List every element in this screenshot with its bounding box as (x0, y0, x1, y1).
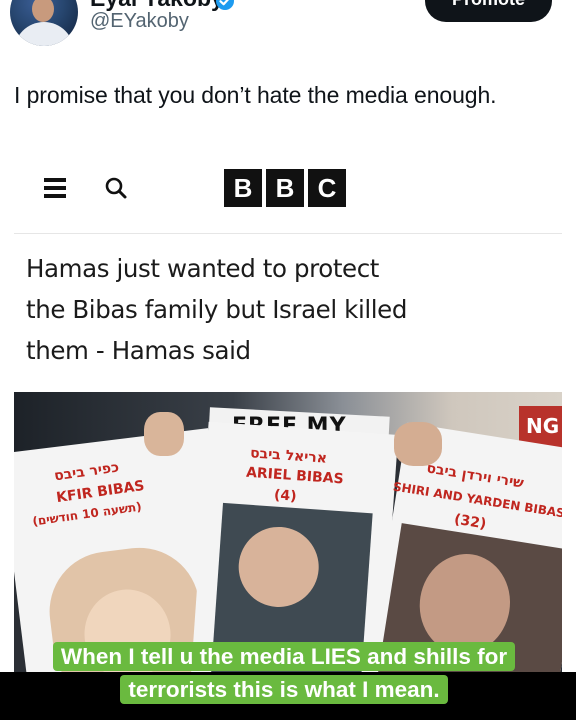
verified-badge-icon (216, 0, 234, 10)
promote-button[interactable]: Promote (425, 0, 552, 22)
logo-letter: C (308, 169, 346, 207)
menu-icon (44, 178, 66, 198)
search-icon (104, 176, 128, 200)
post-text: I promise that you don’t hate the media … (14, 82, 497, 108)
user-handle[interactable]: @EYakoby (90, 10, 189, 33)
bbc-logo: B B C (224, 169, 346, 207)
logo-letter: B (224, 169, 262, 207)
avatar-face (32, 0, 54, 22)
avatar-shirt (14, 22, 74, 46)
avatar[interactable] (10, 0, 78, 46)
bbc-header: B B C (0, 150, 576, 230)
corner-sign-text: NG (526, 414, 560, 438)
logo-letter: B (266, 169, 304, 207)
video-caption: When I tell u the media LIES and shills … (52, 640, 516, 706)
poster-note: (4) (273, 487, 298, 505)
article-headline: Hamas just wanted to protect the Bibas f… (26, 248, 546, 371)
divider (14, 233, 562, 234)
headline-line: them - Hamas said (26, 336, 251, 365)
caption-text: When I tell u the media LIES and shills … (52, 642, 516, 704)
hand (394, 422, 442, 466)
headline-line: the Bibas family but Israel killed (26, 295, 407, 324)
hand (144, 412, 184, 456)
headline-line: Hamas just wanted to protect (26, 254, 379, 283)
article-photo: NG FREE MY כפיר ביבס KFIR BIBAS (תשעה 10… (14, 392, 562, 682)
